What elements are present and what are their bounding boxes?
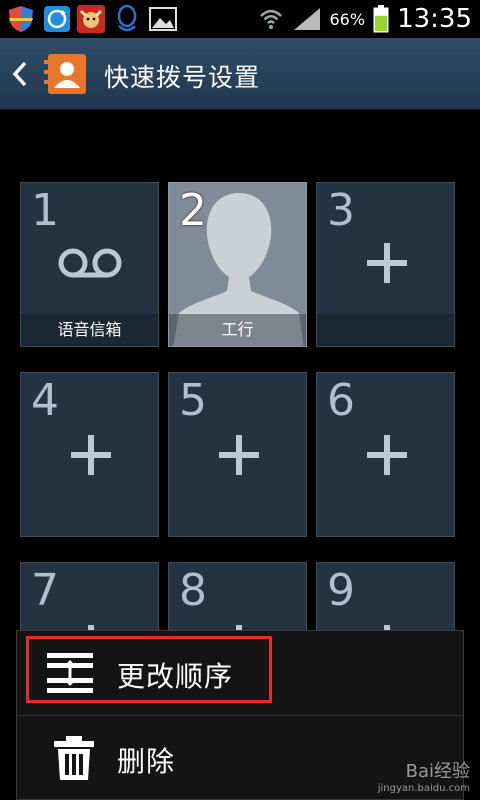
status-bar: 66% 13:35: [0, 0, 480, 38]
tile-number: 1: [31, 185, 59, 236]
speed-dial-tile-4[interactable]: 4: [20, 372, 159, 537]
trash-icon: [54, 736, 94, 780]
tile-number: 9: [327, 565, 355, 616]
tile-number: 4: [31, 375, 59, 426]
gallery-icon: [149, 7, 177, 31]
speed-dial-tile-2[interactable]: 2 工行: [168, 182, 307, 347]
annotation-highlight-box: [26, 636, 272, 703]
speed-dial-tile-6[interactable]: 6: [316, 372, 455, 537]
add-icon: [367, 243, 407, 283]
add-icon: [367, 435, 407, 475]
battery-icon: [373, 5, 389, 33]
tile-label: 语音信箱: [21, 314, 158, 346]
page-title: 快速拨号设置: [104, 63, 261, 92]
tile-number: 2: [179, 185, 207, 236]
battery-percent: 66%: [329, 9, 366, 29]
bull-app-icon: [77, 5, 105, 33]
clock: 13:35: [397, 4, 472, 34]
voicemail-icon: [58, 248, 122, 278]
action-bar: 快速拨号设置: [0, 38, 480, 110]
tile-number: 3: [327, 185, 355, 236]
contacts-app-icon[interactable]: [42, 52, 88, 96]
back-arrow-icon[interactable]: [10, 60, 30, 88]
refresh-icon: [44, 6, 70, 32]
qq-icon: [117, 4, 137, 32]
signal-icon: [293, 8, 320, 30]
watermark-brand: Bai经验: [405, 761, 470, 782]
add-icon: [71, 435, 111, 475]
tile-number: 8: [179, 565, 207, 616]
tile-number: 6: [327, 375, 355, 426]
watermark: Bai经验 jingyan.baidu.com: [378, 757, 470, 794]
tile-label: [317, 314, 454, 346]
tile-number: 7: [31, 565, 59, 616]
speed-dial-tile-1[interactable]: 1 语音信箱: [20, 182, 159, 347]
speed-dial-tile-3[interactable]: 3: [316, 182, 455, 347]
tile-number: 5: [179, 375, 207, 426]
watermark-url: jingyan.baidu.com: [377, 783, 470, 794]
wifi-icon: [259, 9, 282, 29]
menu-item-label: 删除: [117, 745, 176, 778]
shield-icon: [9, 6, 33, 32]
add-icon: [219, 435, 259, 475]
speed-dial-tile-5[interactable]: 5: [168, 372, 307, 537]
menu-item-reorder[interactable]: 更改顺序: [17, 631, 463, 715]
tile-label: 工行: [169, 314, 306, 346]
